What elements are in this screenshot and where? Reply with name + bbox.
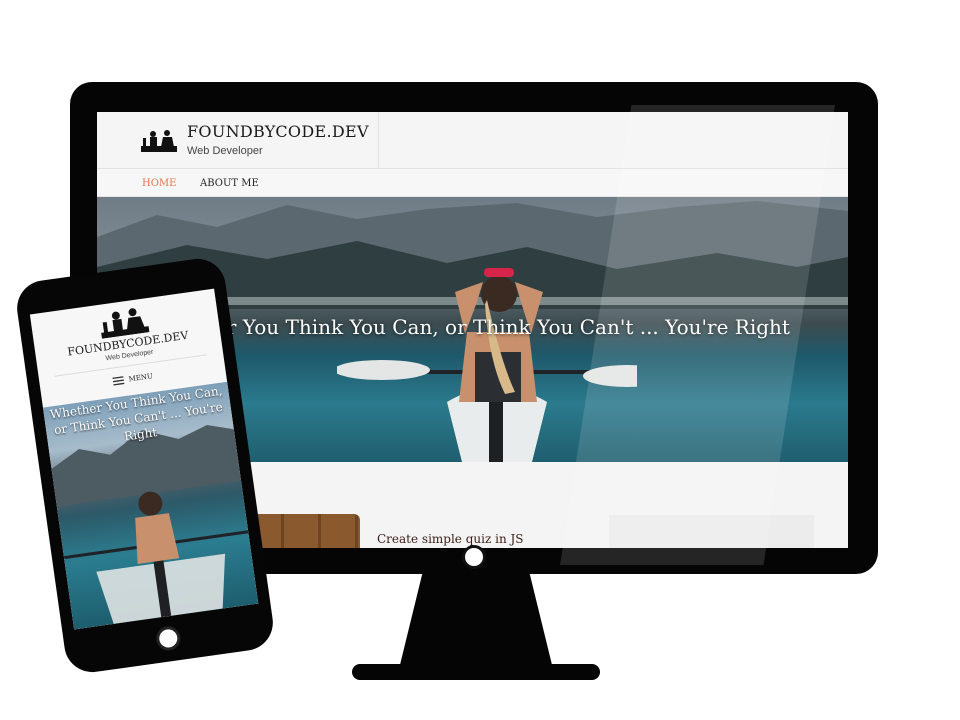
- nav-item-about-me[interactable]: ABOUT ME: [200, 178, 259, 189]
- header-divider: [378, 112, 379, 169]
- mobile-menu-label: MENU: [128, 372, 154, 384]
- post-thumbnail[interactable]: [247, 514, 360, 548]
- logo-figures-icon: [141, 130, 177, 152]
- nav-item-home[interactable]: HOME: [142, 178, 176, 189]
- post-title-link[interactable]: Create simple quiz in JS: [377, 532, 524, 546]
- site-title[interactable]: FOUNDBYCODE.DEV: [187, 122, 369, 141]
- monitor-button: [462, 545, 486, 569]
- site-tagline: Web Developer: [187, 145, 263, 157]
- monitor-stand-base: [352, 664, 600, 680]
- monitor-stand: [398, 574, 554, 670]
- hamburger-menu-icon: [112, 376, 125, 386]
- logo-figures-icon: [101, 308, 150, 339]
